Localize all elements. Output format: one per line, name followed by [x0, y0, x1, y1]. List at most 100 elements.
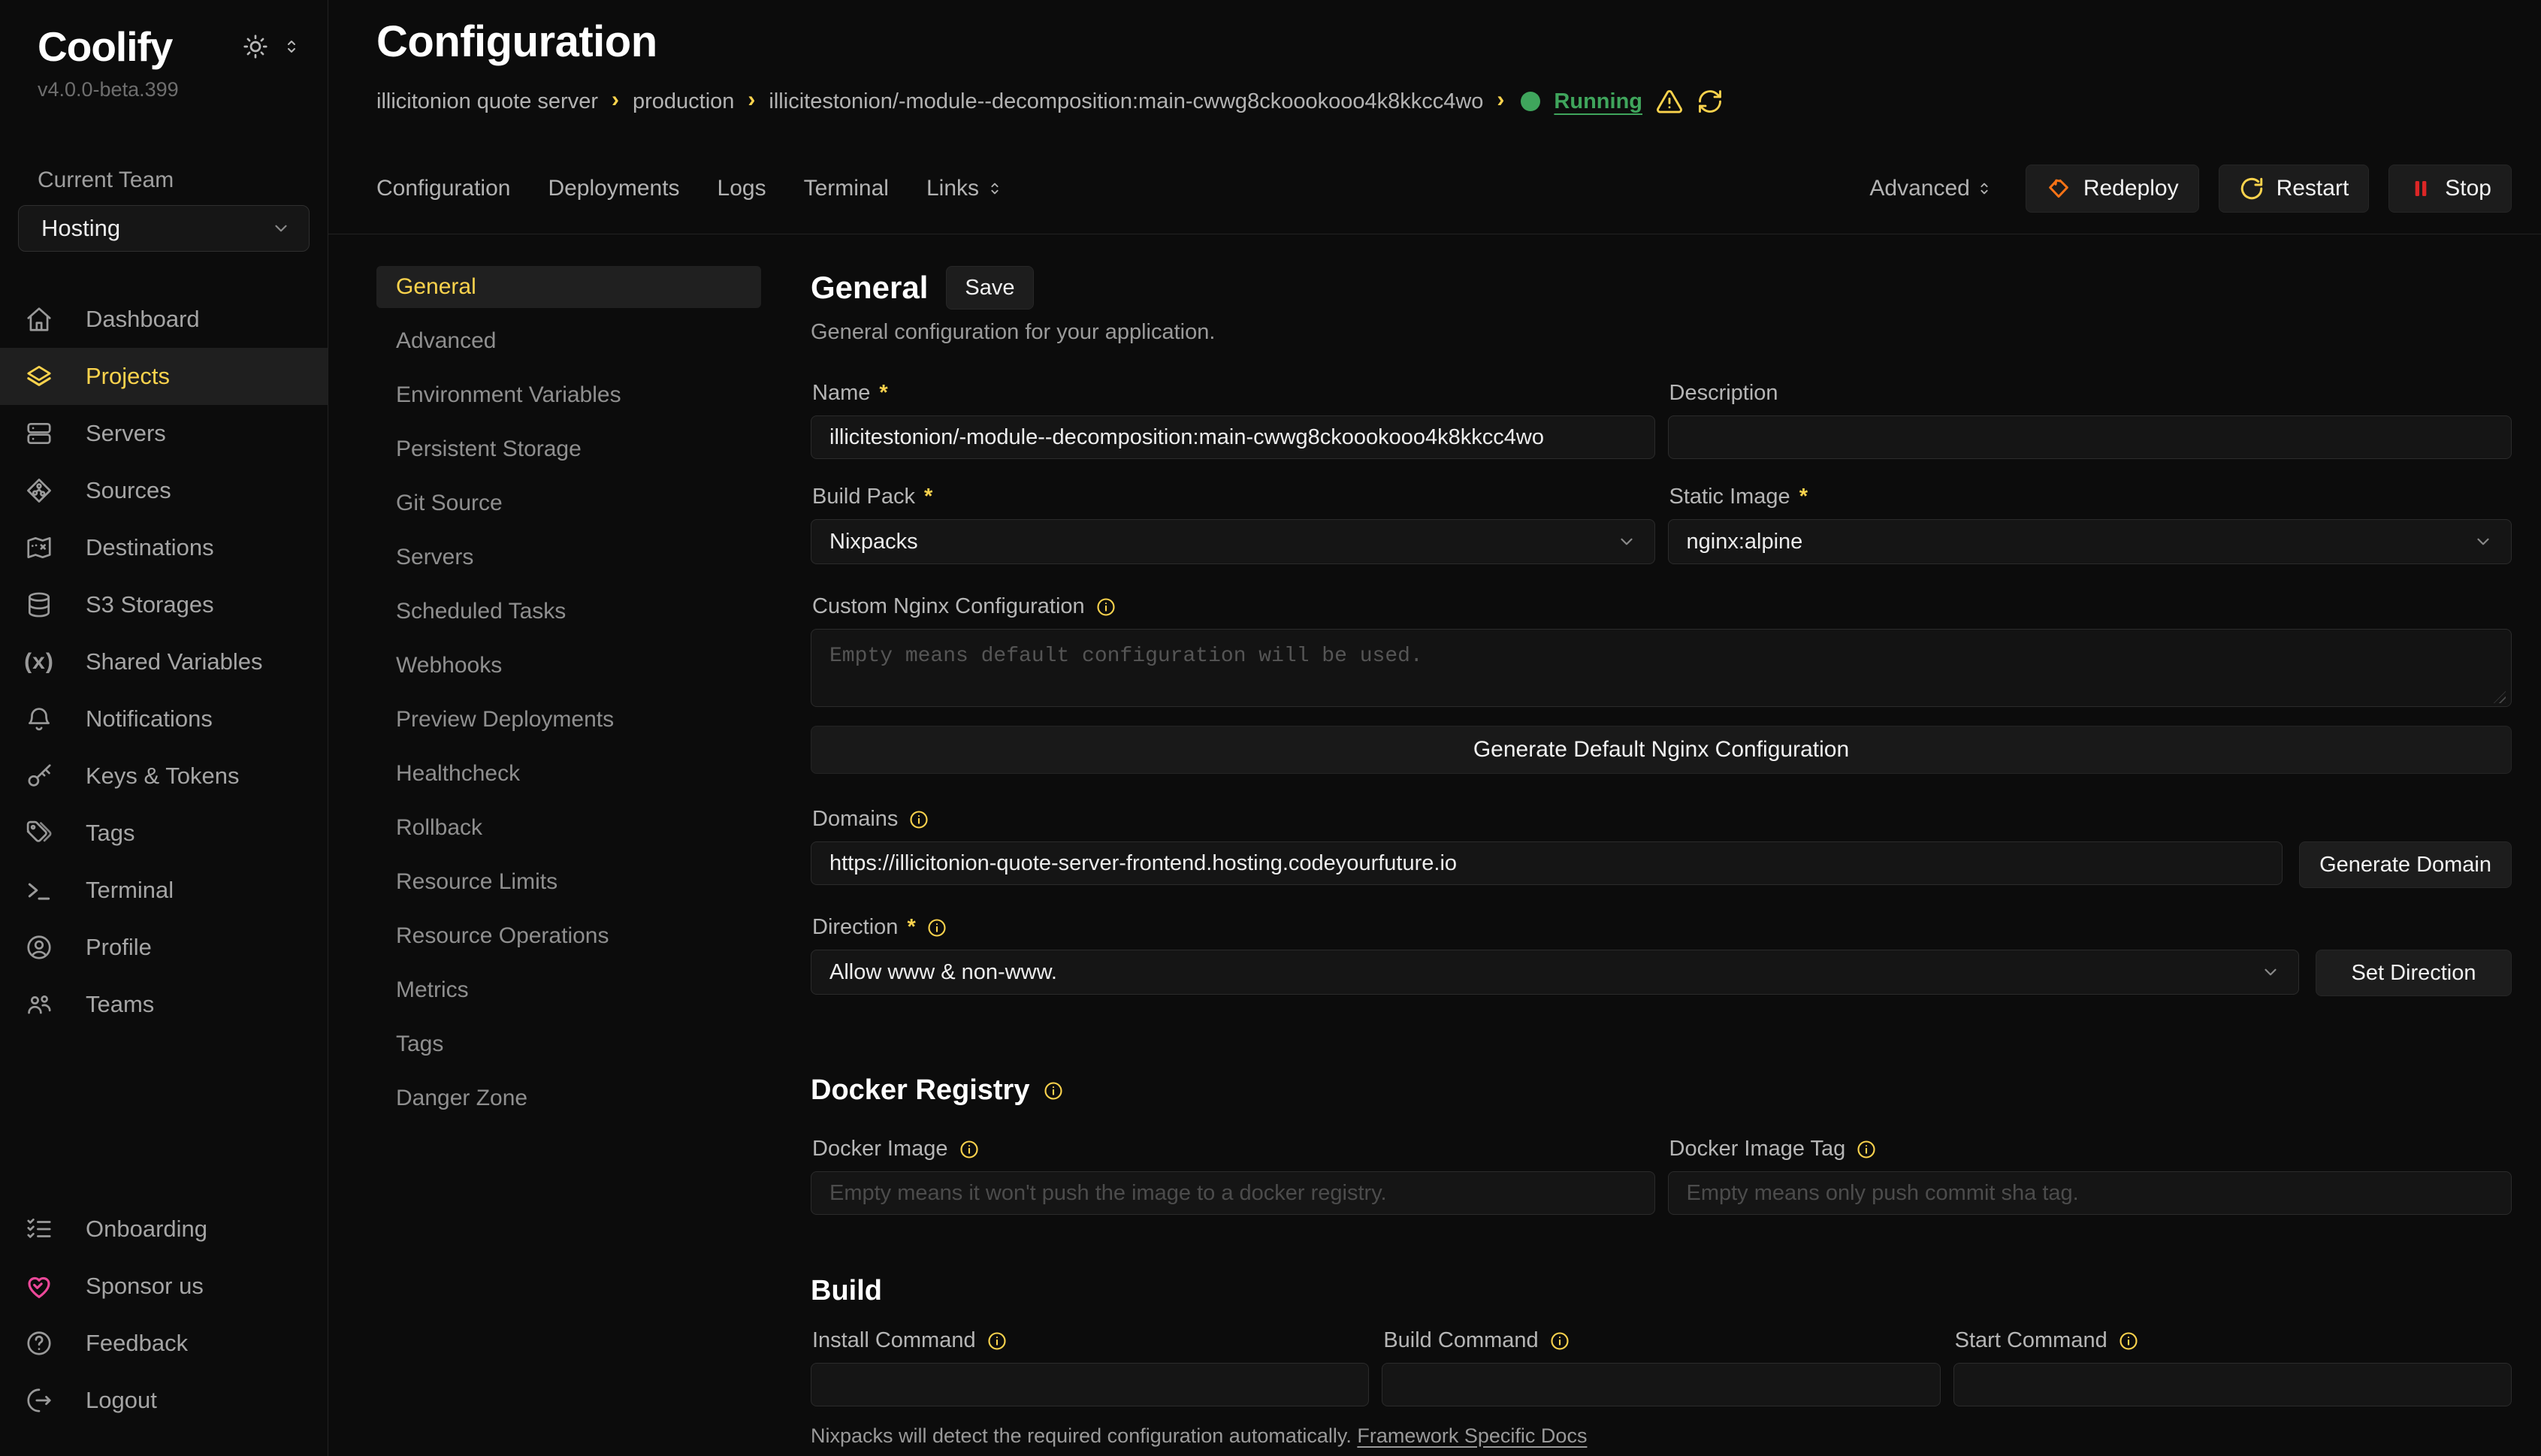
chevron-down-icon	[271, 219, 291, 238]
sidebar-item-label: Projects	[86, 363, 170, 390]
sidebar-item-label: Servers	[86, 420, 166, 447]
sidebar-item-dashboard[interactable]: Dashboard	[0, 291, 328, 348]
generate-nginx-button[interactable]: Generate Default Nginx Configuration	[811, 726, 2512, 774]
sidebar-item-feedback[interactable]: Feedback	[0, 1315, 328, 1372]
static-image-select[interactable]: nginx:alpine	[1668, 519, 2512, 564]
breadcrumb-application[interactable]: illicitestonion/-module--decomposition:m…	[769, 89, 1483, 114]
checklist-icon	[24, 1215, 54, 1243]
sidebar-item-sponsor[interactable]: Sponsor us	[0, 1258, 328, 1315]
breadcrumb-project[interactable]: illicitonion quote server	[376, 89, 598, 114]
docker-image-tag-input[interactable]	[1668, 1171, 2512, 1215]
generate-domain-button[interactable]: Generate Domain	[2299, 841, 2512, 888]
users-icon	[24, 990, 54, 1019]
breadcrumb-environment[interactable]: production	[633, 89, 734, 114]
subnav-preview-deployments[interactable]: Preview Deployments	[376, 699, 761, 741]
subnav-persistent-storage[interactable]: Persistent Storage	[376, 428, 761, 470]
subnav-resource-limits[interactable]: Resource Limits	[376, 861, 761, 903]
install-command-input[interactable]	[811, 1363, 1369, 1406]
sidebar-item-shared-variables[interactable]: (x) Shared Variables	[0, 633, 328, 690]
docker-image-input[interactable]	[811, 1171, 1655, 1215]
sidebar-item-projects[interactable]: Projects	[0, 348, 328, 405]
build-command-label: Build Command	[1383, 1328, 1538, 1353]
sidebar-item-servers[interactable]: Servers	[0, 405, 328, 462]
tab-deployments[interactable]: Deployments	[548, 176, 679, 201]
sidebar-item-label: Logout	[86, 1387, 157, 1414]
subnav-danger-zone[interactable]: Danger Zone	[376, 1077, 761, 1119]
name-input[interactable]	[811, 415, 1655, 459]
domains-label: Domains	[812, 807, 898, 832]
redeploy-button[interactable]: Redeploy	[2026, 165, 2199, 213]
user-circle-icon	[24, 933, 54, 962]
sidebar-item-onboarding[interactable]: Onboarding	[0, 1201, 328, 1258]
subnav-scheduled-tasks[interactable]: Scheduled Tasks	[376, 591, 761, 633]
chevron-down-icon	[1617, 532, 1636, 551]
subnav-servers[interactable]: Servers	[376, 536, 761, 578]
save-button[interactable]: Save	[946, 266, 1033, 310]
subnav-advanced[interactable]: Advanced	[376, 320, 761, 362]
sidebar-item-sources[interactable]: Sources	[0, 462, 328, 519]
chevrons-up-down-icon	[1976, 180, 1993, 197]
bell-icon	[24, 705, 54, 733]
tab-logs[interactable]: Logs	[718, 176, 766, 201]
warning-triangle-icon[interactable]	[1656, 88, 1683, 115]
restart-button[interactable]: Restart	[2219, 165, 2370, 213]
subnav-healthcheck[interactable]: Healthcheck	[376, 753, 761, 795]
build-command-input[interactable]	[1382, 1363, 1940, 1406]
status-badge[interactable]: Running	[1554, 89, 1642, 114]
nixpacks-note-text: Nixpacks will detect the required config…	[811, 1424, 1352, 1447]
sidebar-item-terminal[interactable]: Terminal	[0, 862, 328, 919]
sidebar-item-teams[interactable]: Teams	[0, 976, 328, 1033]
subnav-git-source[interactable]: Git Source	[376, 482, 761, 524]
sidebar-item-label: Onboarding	[86, 1216, 207, 1243]
redeploy-label: Redeploy	[2083, 176, 2179, 201]
tab-terminal[interactable]: Terminal	[804, 176, 889, 201]
sidebar-item-tags[interactable]: Tags	[0, 805, 328, 862]
description-input[interactable]	[1668, 415, 2512, 459]
refresh-icon[interactable]	[1697, 88, 1724, 115]
subnav-metrics[interactable]: Metrics	[376, 969, 761, 1011]
subnav-rollback[interactable]: Rollback	[376, 807, 761, 849]
subnav-environment-variables[interactable]: Environment Variables	[376, 374, 761, 416]
subnav-tags[interactable]: Tags	[376, 1023, 761, 1065]
advanced-dropdown[interactable]: Advanced	[1869, 176, 1992, 201]
custom-nginx-textarea[interactable]	[811, 629, 2512, 707]
tab-bar: Configuration Deployments Logs Terminal …	[376, 165, 2512, 213]
docker-image-label: Docker Image	[812, 1137, 948, 1161]
stop-button[interactable]: Stop	[2388, 165, 2512, 213]
sidebar-item-destinations[interactable]: Destinations	[0, 519, 328, 576]
app-version: v4.0.0-beta.399	[0, 71, 328, 101]
sidebar-item-keys-tokens[interactable]: Keys & Tokens	[0, 748, 328, 805]
tab-configuration[interactable]: Configuration	[376, 176, 510, 201]
section-heading-docker-registry: Docker Registry	[811, 1074, 1029, 1107]
stop-label: Stop	[2445, 176, 2491, 201]
description-label: Description	[1669, 381, 1778, 406]
subnav-general[interactable]: General	[376, 266, 761, 308]
subnav-resource-operations[interactable]: Resource Operations	[376, 915, 761, 957]
framework-docs-link[interactable]: Framework Specific Docs	[1357, 1424, 1587, 1447]
stop-pause-icon	[2409, 177, 2433, 201]
name-label: Name	[812, 381, 870, 406]
direction-select[interactable]: Allow www & non-www.	[811, 950, 2299, 995]
theme-toggle-sun-icon[interactable]	[242, 33, 269, 60]
team-select[interactable]: Hosting	[18, 205, 310, 252]
domains-input[interactable]	[811, 841, 2283, 885]
restart-label: Restart	[2277, 176, 2349, 201]
sidebar-item-s3-storages[interactable]: S3 Storages	[0, 576, 328, 633]
tab-links[interactable]: Links	[926, 176, 1003, 201]
sidebar-item-notifications[interactable]: Notifications	[0, 690, 328, 748]
sidebar-item-profile[interactable]: Profile	[0, 919, 328, 976]
sidebar-collapse-chevrons-icon[interactable]	[283, 38, 301, 56]
subnav-webhooks[interactable]: Webhooks	[376, 645, 761, 687]
sidebar-item-label: Tags	[86, 820, 134, 847]
set-direction-button[interactable]: Set Direction	[2316, 950, 2512, 996]
info-icon	[1549, 1331, 1570, 1352]
build-pack-select[interactable]: Nixpacks	[811, 519, 1655, 564]
required-asterisk: *	[907, 915, 915, 940]
sidebar-item-label: Keys & Tokens	[86, 763, 239, 790]
sidebar-item-logout[interactable]: Logout	[0, 1372, 328, 1429]
direction-label: Direction	[812, 915, 898, 940]
section-heading-build: Build	[811, 1275, 882, 1307]
start-command-input[interactable]	[1953, 1363, 2512, 1406]
chevron-right-icon: ›	[748, 87, 755, 113]
docker-image-tag-label: Docker Image Tag	[1669, 1137, 1846, 1161]
